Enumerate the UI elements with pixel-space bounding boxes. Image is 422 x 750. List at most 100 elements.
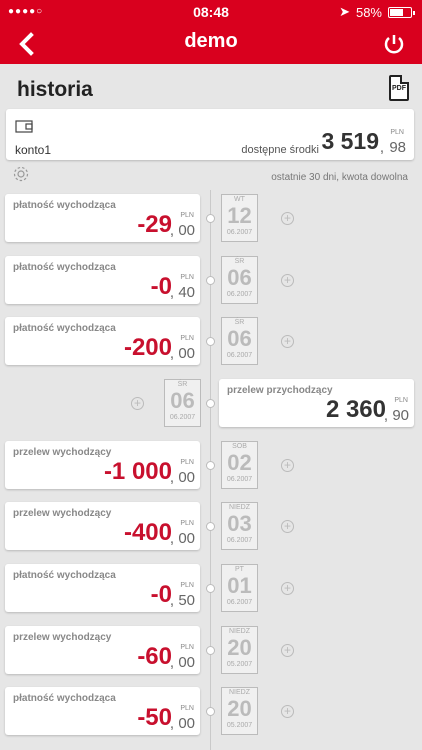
timeline-node: [206, 646, 215, 655]
transaction-card[interactable]: płatność wychodząca -29 , PLN 00: [5, 194, 200, 242]
expand-plus-icon[interactable]: +: [281, 459, 294, 472]
expand-plus-icon[interactable]: +: [281, 644, 294, 657]
transaction-card[interactable]: przelew przychodzący 2 360 , PLN 90: [219, 379, 414, 427]
page-title: historia: [17, 78, 93, 101]
transaction-decimal: 00: [178, 222, 195, 239]
transaction-card[interactable]: płatność wychodząca -0 , PLN 40: [5, 256, 200, 304]
transaction-decimal: 90: [392, 407, 409, 424]
expand-plus-icon[interactable]: +: [281, 274, 294, 287]
timeline-node: [206, 337, 215, 346]
transaction-currency: PLN: [180, 335, 194, 342]
expand-plus-icon[interactable]: +: [281, 582, 294, 595]
amount-separator: ,: [169, 592, 174, 609]
date-day: 06: [227, 265, 252, 290]
transaction-decimal: 00: [178, 654, 195, 671]
expand-plus-icon[interactable]: +: [131, 397, 144, 410]
amount-separator: ,: [169, 345, 174, 362]
transaction-card[interactable]: płatność wychodząca -50 , PLN 00: [5, 687, 200, 735]
date-day: 01: [227, 573, 252, 598]
transaction-amount: -1 000: [103, 458, 172, 485]
date-tile: NIEDZ 20 05.2007: [221, 687, 258, 735]
transaction-type: przelew wychodzący: [13, 508, 112, 519]
date-day: 06: [227, 326, 252, 351]
nav-bar: demo: [0, 24, 422, 64]
expand-plus-icon[interactable]: +: [281, 520, 294, 533]
timeline-node: [206, 707, 215, 716]
transaction-type: przelew wychodzący: [13, 447, 112, 458]
account-card[interactable]: konto1 dostępne środki 3 519 , PLN 98: [6, 109, 414, 160]
pdf-icon: PDF: [392, 85, 406, 92]
transaction-amount: -50: [137, 704, 172, 731]
transaction-amount: -200: [123, 334, 172, 361]
date-month: 06.2007: [226, 599, 253, 606]
transaction-card[interactable]: przelew wychodzący -60 , PLN 00: [5, 626, 200, 674]
transaction-type: płatność wychodząca: [13, 570, 116, 581]
balance-decimal: 98: [389, 139, 406, 156]
date-day: 06: [170, 388, 195, 413]
transaction-amount: -29: [137, 211, 172, 238]
nav-title: demo: [184, 30, 238, 52]
transaction-type: płatność wychodząca: [13, 323, 116, 334]
expand-plus-icon[interactable]: +: [281, 212, 294, 225]
transaction-card[interactable]: przelew wychodzący -400 , PLN 00: [5, 502, 200, 550]
balance-label: dostępne środki: [241, 144, 319, 156]
date-month: 06.2007: [226, 537, 253, 544]
date-month: 05.2007: [226, 661, 253, 668]
battery-percent: 58%: [355, 4, 382, 20]
expand-plus-icon[interactable]: +: [281, 335, 294, 348]
timeline-node: [206, 214, 215, 223]
date-month: 06.2007: [169, 414, 196, 421]
account-name: konto1: [15, 143, 52, 157]
timeline-node: [206, 399, 215, 408]
date-month: 06.2007: [226, 291, 253, 298]
expand-plus-icon[interactable]: +: [281, 705, 294, 718]
gear-icon[interactable]: [12, 165, 30, 183]
date-tile: PT 01 06.2007: [221, 564, 258, 612]
transaction-type: płatność wychodząca: [13, 200, 116, 211]
transaction-decimal: 00: [178, 469, 195, 486]
status-bar: ●●●●○ 08:48 ➤ 58%: [0, 0, 422, 24]
transaction-currency: PLN: [180, 459, 194, 466]
transaction-currency: PLN: [180, 644, 194, 651]
timeline-node: [206, 522, 215, 531]
transaction-decimal: 00: [178, 345, 195, 362]
transaction-decimal: 50: [178, 592, 195, 609]
date-tile: WT 12 06.2007: [221, 194, 258, 242]
amount-separator: ,: [169, 222, 174, 239]
logout-button[interactable]: [382, 32, 406, 56]
filter-summary[interactable]: ostatnie 30 dni, kwota dowolna: [271, 172, 408, 183]
wallet-icon: [15, 120, 33, 133]
pdf-export-button[interactable]: PDF: [389, 75, 409, 101]
date-day: 02: [227, 450, 252, 475]
transaction-currency: PLN: [180, 705, 194, 712]
transaction-amount: 2 360: [325, 396, 386, 423]
transaction-currency: PLN: [180, 582, 194, 589]
date-tile: ŚR 06 06.2007: [221, 317, 258, 365]
transaction-type: płatność wychodząca: [13, 262, 116, 273]
amount-separator: ,: [383, 407, 388, 424]
transaction-type: płatność wychodząca: [13, 693, 116, 704]
transaction-type: przelew wychodzący: [13, 632, 112, 643]
date-day: 20: [227, 635, 252, 660]
date-month: 05.2007: [226, 722, 253, 729]
date-day: 03: [227, 511, 252, 536]
transaction-currency: PLN: [180, 274, 194, 281]
amount-separator: ,: [169, 469, 174, 486]
date-day: 12: [227, 203, 252, 228]
transaction-card[interactable]: przelew wychodzący -1 000 , PLN 00: [5, 441, 200, 489]
transaction-decimal: 00: [178, 715, 195, 732]
date-month: 06.2007: [226, 476, 253, 483]
date-tile: NIEDZ 20 05.2007: [221, 626, 258, 674]
date-month: 06.2007: [226, 229, 253, 236]
battery-icon: [388, 6, 415, 18]
transaction-currency: PLN: [394, 397, 408, 404]
power-icon: [384, 35, 404, 54]
transaction-card[interactable]: płatność wychodząca -0 , PLN 50: [5, 564, 200, 612]
transaction-card[interactable]: płatność wychodząca -200 , PLN 00: [5, 317, 200, 365]
transaction-amount: -0: [150, 581, 172, 608]
balance-currency: PLN: [390, 129, 404, 136]
timeline-line: [210, 190, 211, 750]
date-tile: NIEDZ 03 06.2007: [221, 502, 258, 550]
transaction-decimal: 00: [178, 530, 195, 547]
date-tile: SOB 02 06.2007: [221, 441, 258, 489]
